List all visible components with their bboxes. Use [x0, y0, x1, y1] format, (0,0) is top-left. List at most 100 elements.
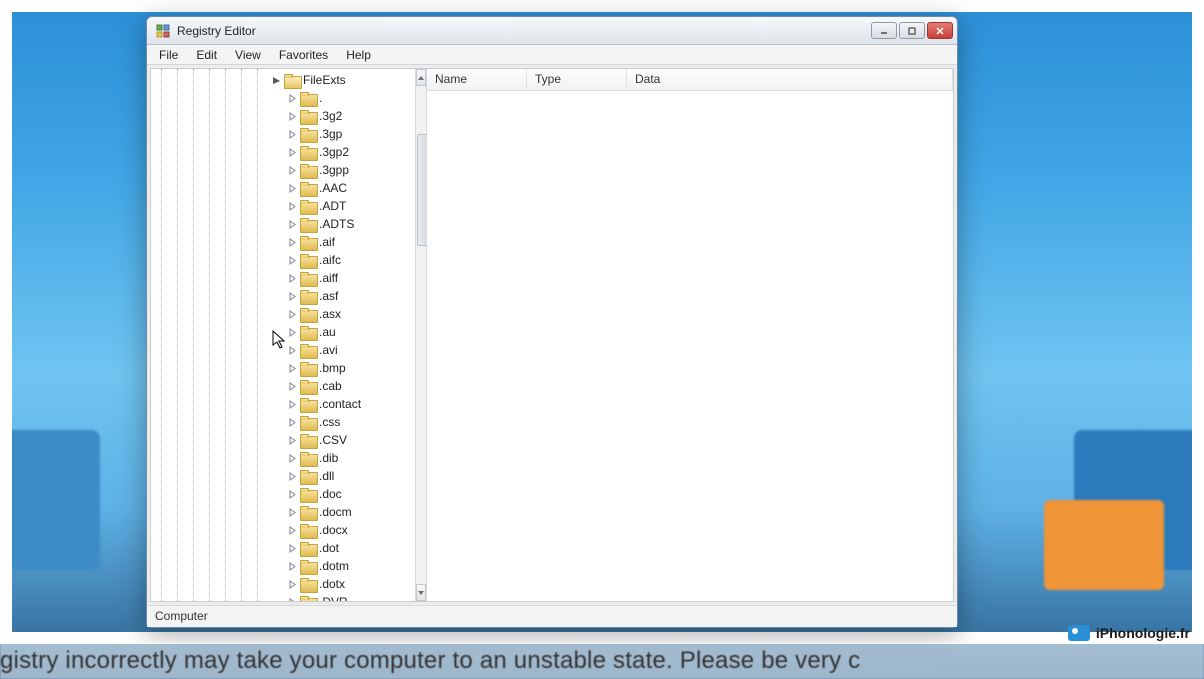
collapse-icon[interactable] — [271, 75, 281, 85]
tree-node[interactable]: .css — [269, 413, 415, 431]
tree-node[interactable]: .bmp — [269, 359, 415, 377]
tree-node[interactable]: .aif — [269, 233, 415, 251]
registry-tree[interactable]: FileExts ..3g2.3gp.3gp2.3gpp .AAC .ADT.ADT… — [269, 69, 415, 601]
tree-node[interactable]: .dotm — [269, 557, 415, 575]
watermark-text: iPhonologie.fr — [1096, 625, 1190, 641]
expand-icon[interactable] — [287, 129, 297, 139]
tree-node[interactable]: .3gp2 — [269, 143, 415, 161]
tree-node[interactable]: .asx — [269, 305, 415, 323]
status-text: Computer — [155, 609, 208, 623]
tree-node[interactable]: .doc — [269, 485, 415, 503]
tree-node[interactable]: .ADTS — [269, 215, 415, 233]
tree-label: .cab — [319, 379, 342, 393]
tree-node[interactable]: .dot — [269, 539, 415, 557]
tree-node[interactable]: .docx — [269, 521, 415, 539]
expand-icon[interactable] — [287, 309, 297, 319]
expand-icon[interactable] — [287, 453, 297, 463]
tree-label: .au — [319, 325, 336, 339]
menu-help[interactable]: Help — [338, 46, 379, 64]
tree-label: .avi — [319, 343, 338, 357]
menu-file[interactable]: File — [151, 46, 186, 64]
tree-node[interactable]: .dotx — [269, 575, 415, 593]
expand-icon[interactable] — [287, 363, 297, 373]
list-body[interactable] — [427, 91, 953, 601]
tree-node[interactable]: .docm — [269, 503, 415, 521]
expand-icon[interactable] — [287, 471, 297, 481]
maximize-button[interactable] — [899, 22, 925, 39]
folder-icon — [300, 272, 316, 285]
tree-node[interactable]: .CSV — [269, 431, 415, 449]
column-data[interactable]: Data — [627, 69, 953, 90]
expand-icon[interactable] — [287, 255, 297, 265]
expand-icon[interactable] — [287, 579, 297, 589]
folder-icon — [300, 164, 316, 177]
expand-icon[interactable] — [287, 489, 297, 499]
tree-label: .aiff — [319, 271, 338, 285]
tree-label: .DVR — [319, 595, 348, 601]
expand-icon[interactable] — [287, 219, 297, 229]
tree-panel: FileExts ..3g2.3gp.3gp2.3gpp .AAC .ADT.ADT… — [151, 69, 427, 601]
expand-icon[interactable] — [287, 327, 297, 337]
window-titlebar[interactable]: Registry Editor — [147, 17, 957, 45]
expand-icon[interactable] — [287, 237, 297, 247]
column-type[interactable]: Type — [527, 69, 627, 90]
expand-icon[interactable] — [287, 381, 297, 391]
tree-label: .dot — [319, 541, 339, 555]
tree-node[interactable]: .AAC — [269, 179, 415, 197]
tree-label: .AAC — [319, 181, 347, 195]
expand-icon[interactable] — [287, 183, 297, 193]
expand-icon[interactable] — [287, 417, 297, 427]
menu-favorites[interactable]: Favorites — [271, 46, 336, 64]
desktop-decor-orange — [1044, 500, 1164, 590]
expand-icon[interactable] — [287, 291, 297, 301]
close-button[interactable] — [927, 22, 953, 39]
tree-node[interactable]: .aiff — [269, 269, 415, 287]
column-name[interactable]: Name — [427, 69, 527, 90]
caption-banner: gistry incorrectly may take your compute… — [0, 643, 1204, 679]
tree-node[interactable]: .aifc — [269, 251, 415, 269]
expand-icon[interactable] — [287, 543, 297, 553]
tree-node[interactable]: .asf — [269, 287, 415, 305]
tree-node[interactable]: .contact — [269, 395, 415, 413]
scroll-down-button[interactable] — [416, 584, 426, 601]
expand-icon[interactable] — [287, 93, 297, 103]
expand-icon[interactable] — [287, 345, 297, 355]
expand-icon[interactable] — [287, 561, 297, 571]
tree-node[interactable]: .3g2 — [269, 107, 415, 125]
scroll-track[interactable] — [416, 86, 426, 584]
folder-icon — [300, 488, 316, 501]
folder-icon — [300, 236, 316, 249]
tree-node[interactable]: .dib — [269, 449, 415, 467]
minimize-button[interactable] — [871, 22, 897, 39]
tree-node[interactable]: . — [269, 89, 415, 107]
tree-node-fileexts[interactable]: FileExts — [269, 71, 415, 89]
tree-node[interactable]: .dll — [269, 467, 415, 485]
expand-icon[interactable] — [287, 507, 297, 517]
expand-icon[interactable] — [287, 201, 297, 211]
tree-scrollbar[interactable] — [415, 69, 426, 601]
folder-icon — [284, 74, 300, 87]
expand-icon[interactable] — [287, 111, 297, 121]
tree-node[interactable]: .avi — [269, 341, 415, 359]
expand-icon[interactable] — [287, 597, 297, 601]
expand-icon[interactable] — [287, 147, 297, 157]
scroll-up-button[interactable] — [416, 69, 426, 86]
expand-icon[interactable] — [287, 399, 297, 409]
folder-icon — [300, 506, 316, 519]
tree-node[interactable]: .3gp — [269, 125, 415, 143]
tree-label: FileExts — [303, 73, 346, 87]
caption-text: gistry incorrectly may take your compute… — [0, 647, 860, 674]
tree-node[interactable]: .ADT — [269, 197, 415, 215]
folder-icon — [300, 308, 316, 321]
expand-icon[interactable] — [287, 273, 297, 283]
tree-node[interactable]: .au — [269, 323, 415, 341]
tree-node[interactable]: .DVR — [269, 593, 415, 601]
expand-icon[interactable] — [287, 165, 297, 175]
menu-edit[interactable]: Edit — [188, 46, 225, 64]
menu-view[interactable]: View — [227, 46, 269, 64]
expand-icon[interactable] — [287, 525, 297, 535]
window-title: Registry Editor — [177, 24, 256, 38]
tree-node[interactable]: .cab — [269, 377, 415, 395]
expand-icon[interactable] — [287, 435, 297, 445]
tree-node[interactable]: .3gpp — [269, 161, 415, 179]
